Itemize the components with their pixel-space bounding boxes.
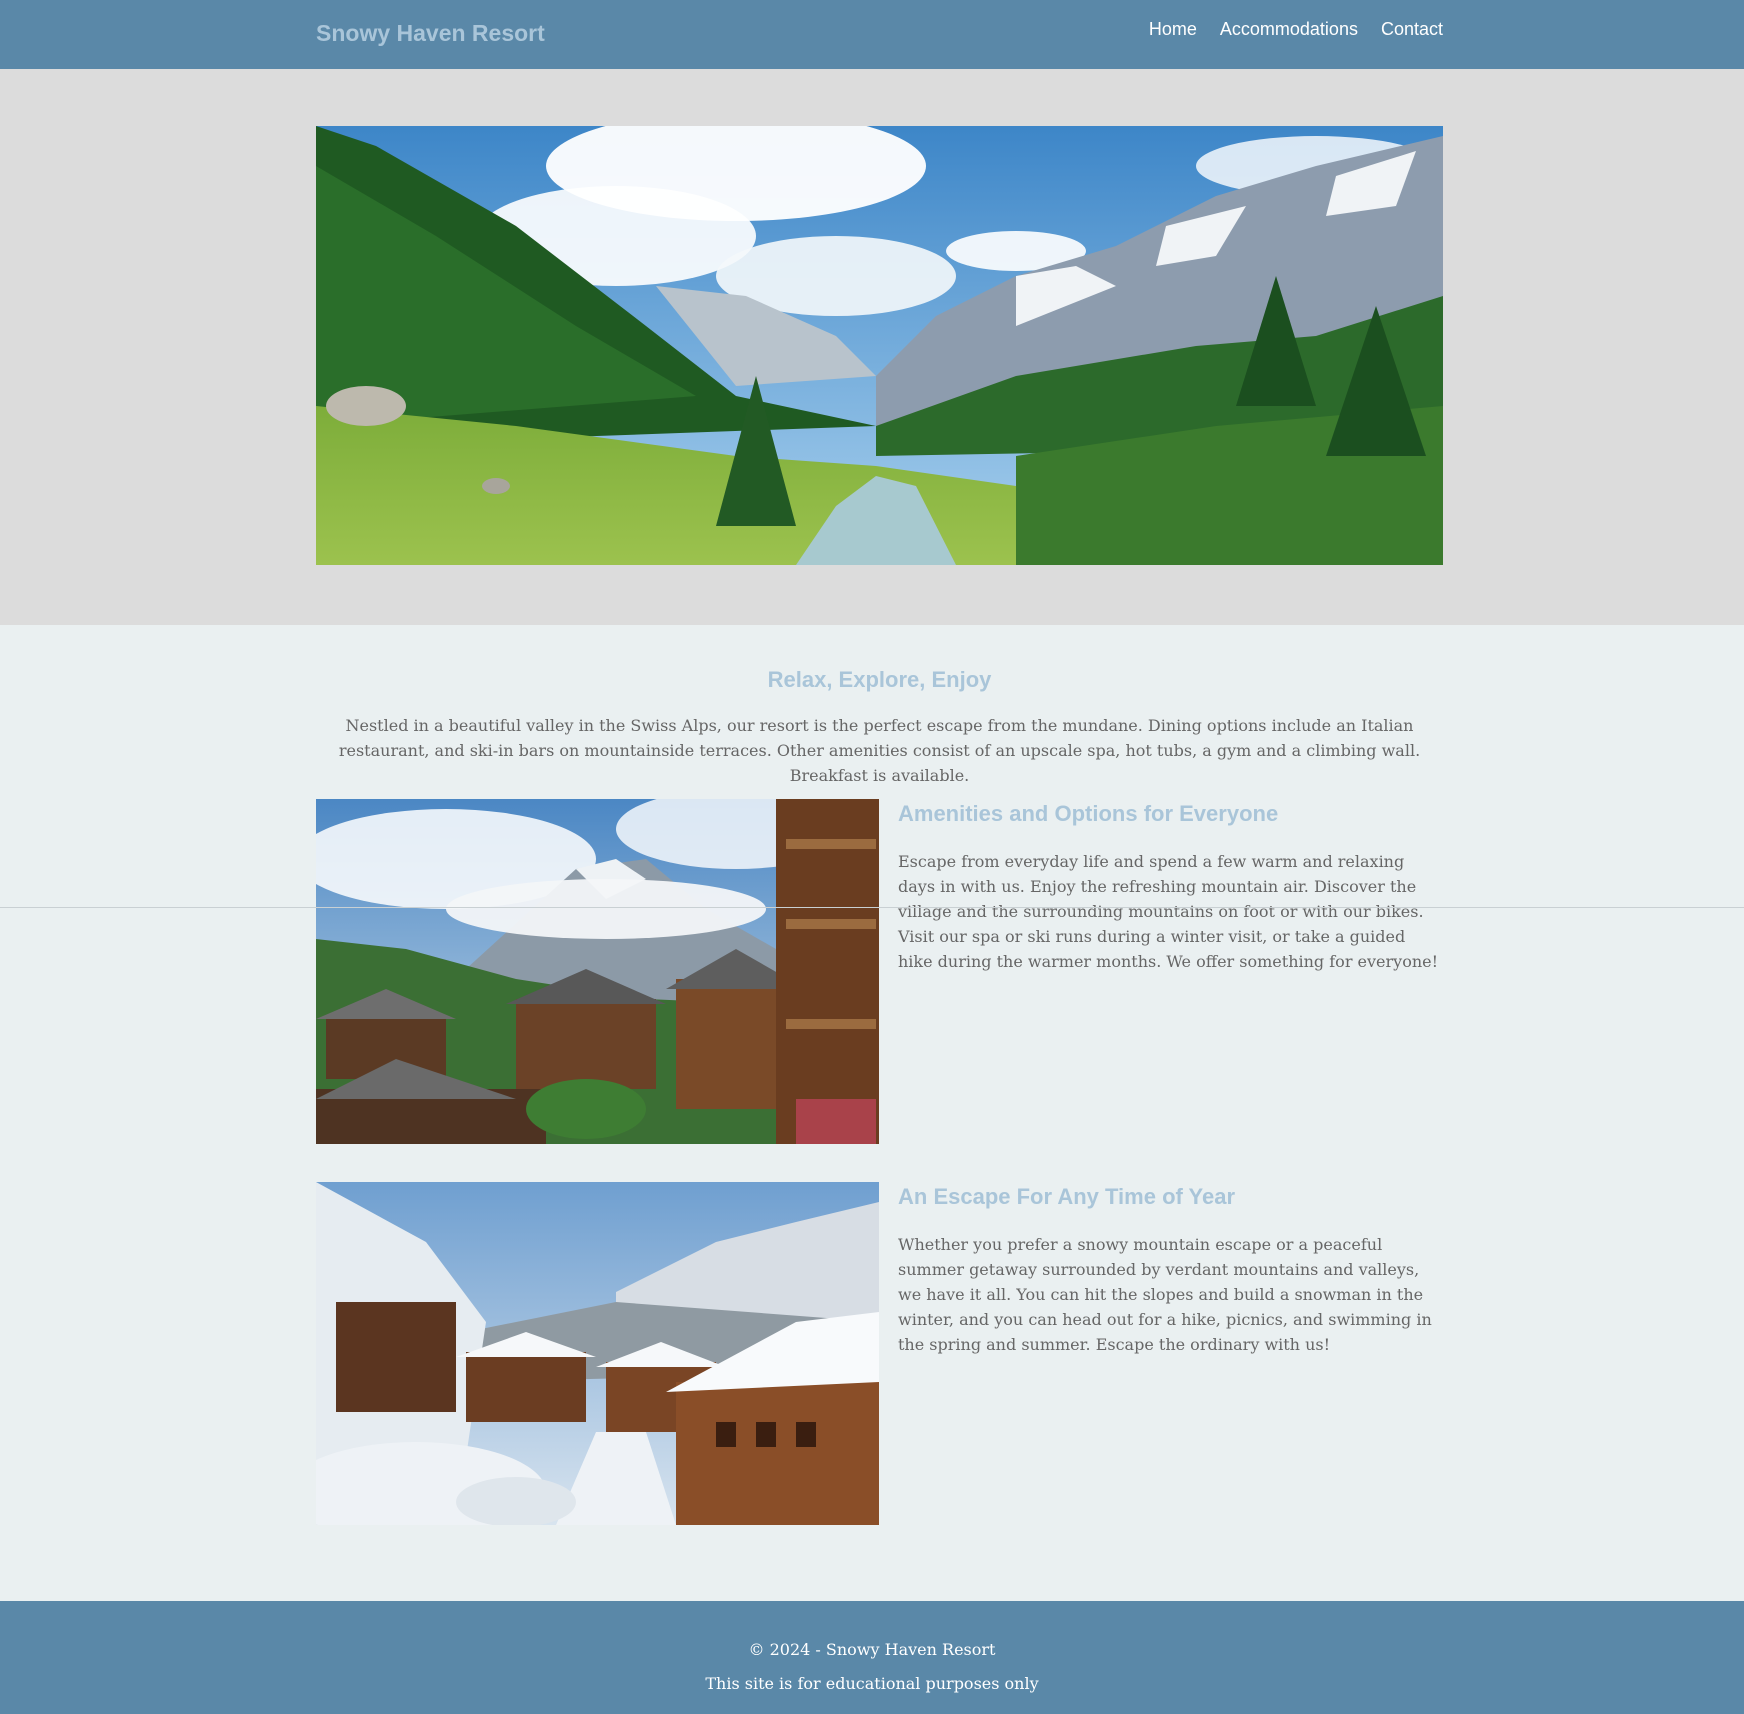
nav-contact-link[interactable]: Contact — [1381, 19, 1443, 40]
footer-copyright: © 2024 - Snowy Haven Resort — [748, 1640, 996, 1659]
hero-image — [316, 126, 1443, 565]
feature-heading-amenities: Amenities and Options for Everyone — [898, 801, 1279, 826]
main-nav: Home Accommodations Contact — [1149, 19, 1443, 40]
intro-paragraph: Nestled in a beautiful valley in the Swi… — [338, 716, 1421, 785]
feature-paragraph-amenities: Escape from everyday life and spend a fe… — [898, 852, 1439, 971]
intro-heading: Relax, Explore, Enjoy — [767, 667, 992, 692]
feature-image-winter-village — [316, 1182, 879, 1525]
nav-home-link[interactable]: Home — [1149, 19, 1197, 40]
site-header: Snowy Haven Resort Home Accommodations C… — [0, 0, 1744, 69]
feature-heading-escape: An Escape For Any Time of Year — [898, 1184, 1236, 1209]
footer-note: This site is for educational purposes on… — [705, 1674, 1039, 1693]
feature-paragraph-escape: Whether you prefer a snowy mountain esca… — [898, 1235, 1432, 1354]
site-footer: © 2024 - Snowy Haven Resort This site is… — [0, 1601, 1744, 1714]
brand-logo-link[interactable]: Snowy Haven Resort — [316, 20, 545, 47]
hero-section — [0, 69, 1744, 625]
nav-accommodations-link[interactable]: Accommodations — [1220, 19, 1358, 40]
horizontal-divider-line — [0, 907, 1744, 908]
main-content: Relax, Explore, Enjoy Nestled in a beaut… — [0, 625, 1744, 1601]
feature-image-summer-village — [316, 799, 879, 1144]
